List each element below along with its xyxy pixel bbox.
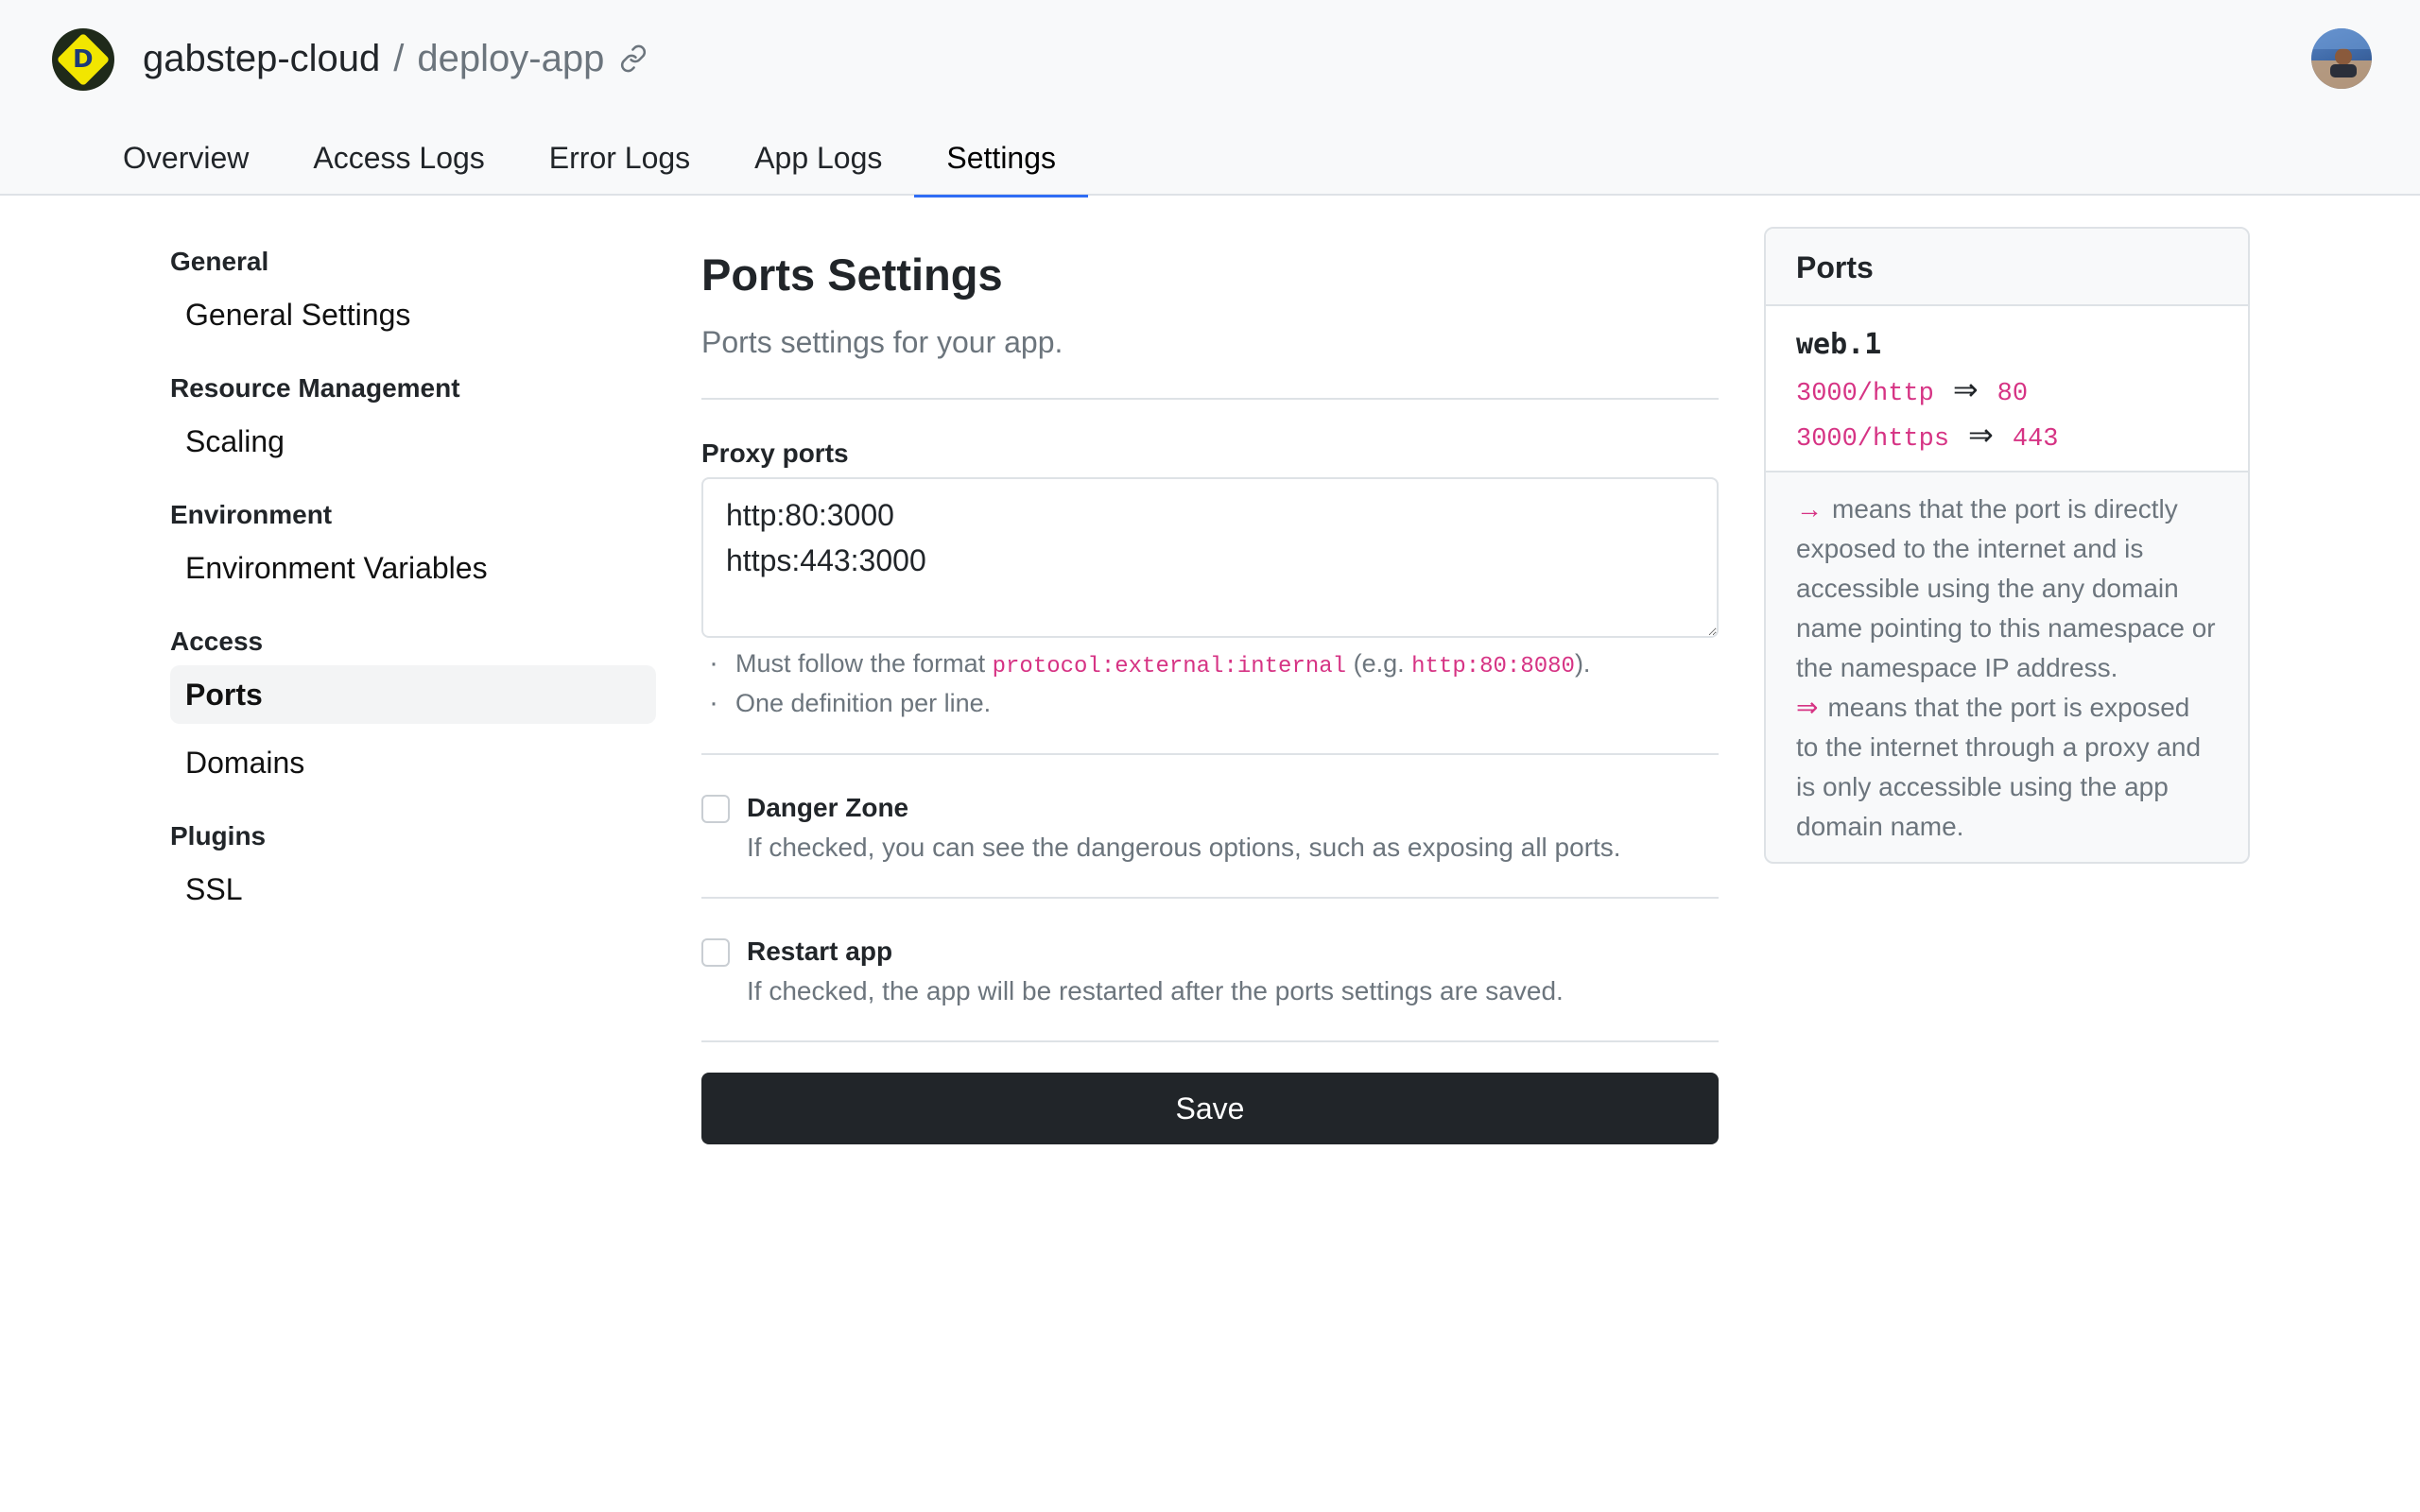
- ports-settings-form: Ports Settings Ports settings for your a…: [701, 242, 1719, 1144]
- danger-zone-checkbox[interactable]: [701, 795, 730, 823]
- legend-direct: → means that the port is directly exposed…: [1796, 490, 2218, 688]
- tab-error-logs[interactable]: Error Logs: [517, 123, 722, 198]
- logo-letter: D: [73, 45, 94, 74]
- hint-format: Must follow the format protocol:external…: [701, 644, 1719, 683]
- sidebar-heading-plugins: Plugins: [170, 821, 267, 850]
- direct-arrow-icon: →: [1796, 494, 1823, 524]
- legend-proxy-text: means that the port is exposed to the in…: [1796, 693, 2202, 841]
- hint-example-code: http:80:8080: [1411, 654, 1575, 679]
- breadcrumb-app[interactable]: deploy-app: [417, 38, 604, 80]
- hint-format-code: protocol:external:internal: [992, 654, 1347, 679]
- hint-format-post: ).: [1574, 649, 1591, 678]
- hint-format-pre: Must follow the format: [735, 649, 993, 678]
- tab-access-logs[interactable]: Access Logs: [281, 123, 516, 198]
- proxy-ports-textarea[interactable]: http:80:3000 https:443:3000: [701, 477, 1719, 638]
- page-subtitle: Ports settings for your app.: [701, 325, 1063, 359]
- mapping-destination: 443: [2012, 425, 2059, 454]
- divider: [701, 398, 1719, 400]
- nav-tabs: Overview Access Logs Error Logs App Logs…: [91, 123, 1089, 198]
- link-icon[interactable]: [619, 44, 648, 73]
- logo-icon[interactable]: D: [52, 28, 114, 91]
- ports-card: Ports web.1 3000/http ⇒ 80 3000/https ⇒ 443 …: [1764, 227, 2250, 864]
- port-mapping-https: 3000/https ⇒ 443: [1796, 412, 2218, 457]
- divider: [701, 1040, 1719, 1042]
- sidebar-group-plugins: Plugins SSL: [170, 813, 656, 919]
- legend-direct-text: means that the port is directly exposed …: [1796, 494, 2216, 682]
- sidebar-heading-environment: Environment: [170, 500, 333, 529]
- sidebar-heading-access: Access: [170, 627, 264, 656]
- breadcrumb: gabstep-cloud / deploy-app: [143, 32, 648, 85]
- sidebar-item-scaling[interactable]: Scaling: [170, 412, 656, 471]
- port-mapping-http: 3000/http ⇒ 80: [1796, 367, 2218, 412]
- tab-app-logs[interactable]: App Logs: [722, 123, 914, 198]
- ports-card-legend: → means that the port is directly exposed…: [1766, 472, 2248, 862]
- user-avatar[interactable]: [2311, 28, 2372, 89]
- danger-zone-option: Danger Zone If checked, you can see the …: [701, 755, 1719, 897]
- proxy-arrow-icon: ⇒: [1796, 693, 1819, 722]
- sidebar-item-ssl[interactable]: SSL: [170, 860, 656, 919]
- top-header: D gabstep-cloud / deploy-app Overview Ac…: [0, 0, 2420, 198]
- sidebar-group-environment: Environment Environment Variables: [170, 491, 656, 597]
- hint-one-per-line: One definition per line.: [701, 683, 1719, 723]
- save-button[interactable]: Save: [701, 1073, 1719, 1144]
- restart-app-option: Restart app If checked, the app will be …: [701, 899, 1719, 1040]
- breadcrumb-separator: /: [393, 37, 405, 79]
- legend-proxy: ⇒ means that the port is exposed to the i…: [1796, 688, 2218, 847]
- proxy-ports-label: Proxy ports: [701, 438, 849, 468]
- mapping-destination: 80: [1996, 380, 2029, 408]
- sidebar-item-general-settings[interactable]: General Settings: [170, 285, 656, 344]
- restart-app-checkbox[interactable]: [701, 938, 730, 967]
- proxy-arrow-icon: ⇒: [1968, 418, 1994, 452]
- page-title: Ports Settings: [701, 249, 1003, 300]
- settings-sidebar: General General Settings Resource Manage…: [170, 238, 656, 939]
- sidebar-heading-general: General: [170, 247, 269, 276]
- restart-app-description: If checked, the app will be restarted af…: [747, 976, 1564, 1005]
- mapping-source: 3000/http: [1796, 380, 1934, 408]
- ports-card-title: Ports: [1766, 229, 2248, 306]
- sidebar-heading-resource-management: Resource Management: [170, 373, 460, 403]
- logo-diamond: D: [56, 32, 111, 87]
- sidebar-group-access: Access Ports Domains: [170, 618, 656, 792]
- restart-app-title[interactable]: Restart app: [747, 935, 892, 969]
- hint-format-mid: (e.g.: [1346, 649, 1412, 678]
- danger-zone-title[interactable]: Danger Zone: [747, 791, 908, 825]
- breadcrumb-org[interactable]: gabstep-cloud: [143, 38, 380, 80]
- tab-settings[interactable]: Settings: [914, 123, 1089, 198]
- danger-zone-description: If checked, you can see the dangerous op…: [747, 833, 1621, 862]
- sidebar-item-ports[interactable]: Ports: [170, 665, 656, 724]
- tab-overview[interactable]: Overview: [91, 123, 281, 198]
- sidebar-item-domains[interactable]: Domains: [170, 733, 656, 792]
- process-name: web.1: [1796, 328, 1882, 361]
- sidebar-item-environment-variables[interactable]: Environment Variables: [170, 539, 656, 597]
- mapping-source: 3000/https: [1796, 425, 1950, 454]
- sidebar-group-resource-management: Resource Management Scaling: [170, 365, 656, 471]
- sidebar-group-general: General General Settings: [170, 238, 656, 344]
- ports-card-body: web.1 3000/http ⇒ 80 3000/https ⇒ 443: [1766, 306, 2248, 472]
- proxy-arrow-icon: ⇒: [1952, 372, 1979, 406]
- proxy-ports-hints: Must follow the format protocol:external…: [701, 644, 1719, 723]
